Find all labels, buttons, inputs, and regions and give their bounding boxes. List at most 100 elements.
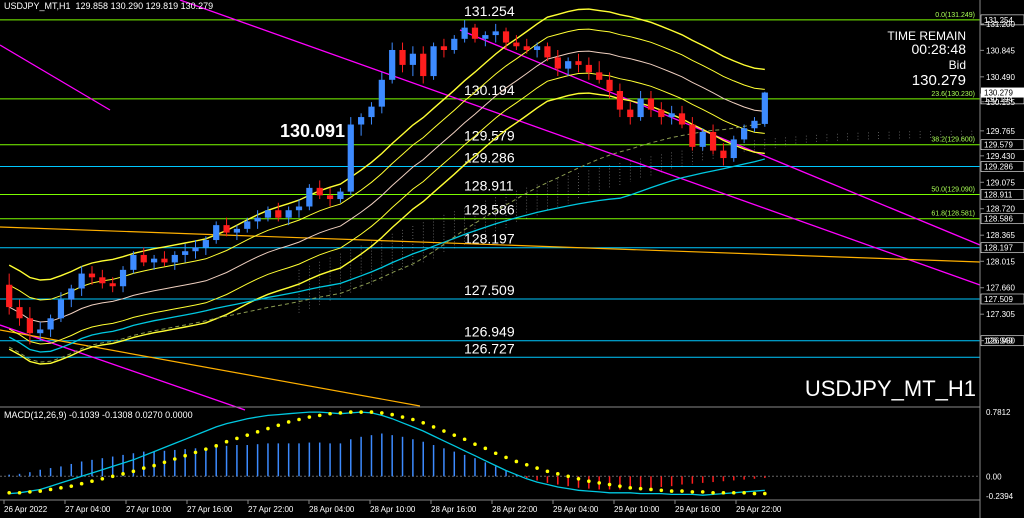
candle-body xyxy=(358,117,365,125)
time-tick-label: 28 Apr 10:00 xyxy=(370,505,416,514)
time-tick-label: 29 Apr 22:00 xyxy=(736,505,782,514)
candle-body xyxy=(161,258,168,263)
candle-body xyxy=(99,277,106,284)
fib-label: 23.6(130.230) xyxy=(931,91,975,98)
candle-body xyxy=(627,109,634,118)
candle-body xyxy=(202,240,209,248)
time-tick-label: 27 Apr 22:00 xyxy=(248,505,294,514)
candle-body xyxy=(171,254,178,263)
price-tick-label: 129.075 xyxy=(986,178,1015,187)
macd-signal-dot xyxy=(721,490,726,495)
candle-body xyxy=(26,318,33,334)
level-tag-label: 128.197 xyxy=(984,244,1013,253)
macd-signal-dot xyxy=(628,486,633,490)
macd-signal-dot xyxy=(162,460,167,465)
level-label: 126.727 xyxy=(464,340,515,356)
candle-body xyxy=(544,46,551,58)
macd-signal-dot xyxy=(752,491,757,496)
macd-signal-dot xyxy=(38,489,43,493)
price-tick-label: 128.015 xyxy=(986,257,1015,266)
macd-signal-dot xyxy=(245,433,250,437)
price-tick-label: 128.365 xyxy=(986,231,1015,240)
macd-signal-dot xyxy=(411,417,415,422)
price-tick-label: 130.845 xyxy=(986,46,1015,55)
macd-signal-dot xyxy=(28,490,32,494)
candle-body xyxy=(575,61,582,65)
candle-body xyxy=(709,131,717,151)
candle-body xyxy=(699,131,706,147)
macd-header: MACD(12,26,9) -0.1039 -0.1308 0.0270 0.0… xyxy=(4,410,193,420)
macd-signal-dot xyxy=(659,488,664,493)
level-tag-label: 129.579 xyxy=(984,141,1013,150)
time-tick-label: 29 Apr 16:00 xyxy=(675,505,721,514)
candle-body xyxy=(389,49,396,80)
candle-body xyxy=(213,225,220,241)
candle-body xyxy=(658,109,665,118)
level-tag-label: 129.286 xyxy=(984,163,1013,172)
candle-body xyxy=(192,247,199,252)
time-remain-value: 00:28:48 xyxy=(911,41,967,57)
macd-signal-dot xyxy=(328,411,332,416)
candle-body xyxy=(285,210,292,218)
candle-body xyxy=(513,42,520,47)
macd-signal-dot xyxy=(152,463,156,468)
macd-signal-dot xyxy=(224,439,229,444)
candle-body xyxy=(596,72,603,80)
candle-body xyxy=(223,225,230,233)
candle-body xyxy=(130,254,137,270)
candle-body xyxy=(554,57,561,69)
candle-body xyxy=(368,106,375,118)
macd-signal-dot xyxy=(535,466,539,470)
candle-body xyxy=(316,187,323,196)
bid-label: Bid xyxy=(948,58,966,72)
candle-body xyxy=(275,210,282,218)
price-tick-label: 131.200 xyxy=(986,20,1015,29)
candle-body xyxy=(741,128,748,140)
macd-signal-dot xyxy=(7,490,11,495)
macd-signal-dot xyxy=(555,472,560,476)
macd-signal-dot xyxy=(121,472,125,476)
macd-signal-dot xyxy=(69,484,74,488)
macd-signal-dot xyxy=(317,413,322,418)
time-tick-label: 28 Apr 04:00 xyxy=(309,505,355,514)
macd-signal-dot xyxy=(79,481,84,486)
candle-body xyxy=(254,217,261,222)
price-tick-label: 130.155 xyxy=(986,98,1015,107)
candle-body xyxy=(668,113,675,118)
macd-signal-dot xyxy=(235,436,239,441)
candle-body xyxy=(326,195,334,200)
level-label: 126.949 xyxy=(464,324,515,340)
candle-body xyxy=(306,187,313,207)
macd-signal-dot xyxy=(566,474,570,479)
macd-signal-dot xyxy=(597,481,602,485)
macd-signal-dot xyxy=(348,410,353,414)
candle-body xyxy=(244,221,251,229)
macd-signal-dot xyxy=(297,417,301,422)
candle-body xyxy=(295,206,303,211)
macd-signal-dot xyxy=(204,447,208,451)
macd-signal-dot xyxy=(131,469,136,474)
macd-signal-dot xyxy=(48,487,53,492)
time-tick-label: 26 Apr 2022 xyxy=(4,505,48,514)
macd-tick-label: -0.2394 xyxy=(986,492,1014,501)
macd-signal-dot xyxy=(442,429,446,433)
bollinger-inner-lower xyxy=(8,72,765,345)
fib-label: 50.0(129.090) xyxy=(931,187,975,194)
macd-signal-dot xyxy=(193,450,198,455)
candle-body xyxy=(678,113,686,125)
candle-body xyxy=(492,31,499,36)
candle-body xyxy=(647,98,655,110)
level-label: 127.509 xyxy=(464,282,515,298)
candle-body xyxy=(751,120,758,129)
macd-signal-dot xyxy=(669,489,674,493)
macd-signal-dot xyxy=(183,453,187,458)
macd-signal-dot xyxy=(690,490,695,494)
candle-body xyxy=(606,79,613,91)
macd-signal-dot xyxy=(524,462,529,467)
candle-body xyxy=(233,228,241,233)
candle-body xyxy=(451,38,458,50)
current-price-label: 130.279 xyxy=(984,89,1013,98)
fib-label: 38.2(129.600) xyxy=(931,137,975,144)
candle-body xyxy=(109,283,116,287)
candle-body xyxy=(37,329,44,334)
